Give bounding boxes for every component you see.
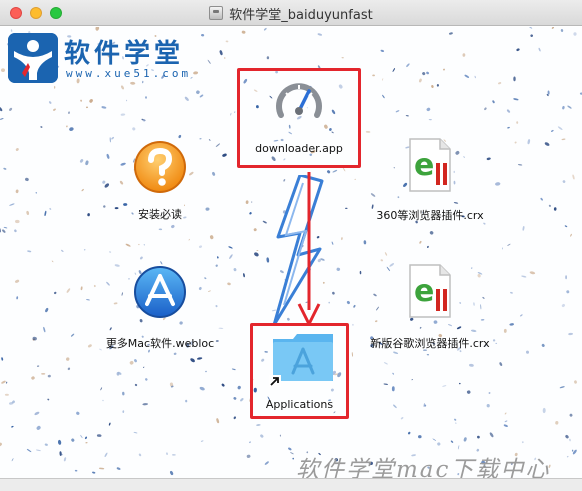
svg-text:e: e [414,274,434,309]
applications-label: Applications [265,398,334,411]
install-arrow [297,172,321,326]
brand-logo: 软件学堂 www.xue51.com [8,33,208,85]
logo-name: 软件学堂 [64,39,185,69]
window-title-wrap: 软件学堂_baiduyunfast [0,0,582,26]
window-title: 软件学堂_baiduyunfast [229,7,373,23]
downloader-label: downloader.app [255,142,343,155]
crx-360-label: 360等浏览器插件.crx [376,209,484,222]
alias-arrow-icon [269,375,281,387]
status-bar [0,478,582,491]
logo-url: www.xue51.com [66,67,192,80]
question-icon [134,141,186,193]
dmg-window-content: 软件学堂 www.xue51.com downloader.app 安装必读 更… [0,27,582,478]
disk-image-icon [209,6,224,20]
more-mac-label: 更多Mac软件.webloc [105,337,215,350]
logo-mark-icon [8,33,58,83]
install-guide-file[interactable]: 安装必读 [110,139,210,223]
crx-chrome-label: 新版谷歌浏览器插件.crx [370,337,490,350]
more-mac-software-link[interactable]: 更多Mac软件.webloc [95,265,225,350]
svg-text:e: e [414,148,434,183]
downloader-app[interactable]: downloader.app [239,73,359,163]
crx-chrome-file[interactable]: e 新版谷歌浏览器插件.crx [360,263,500,350]
crx-360-file[interactable]: e 360等浏览器插件.crx [370,137,490,223]
title-bar[interactable]: 软件学堂_baiduyunfast [0,0,582,26]
crx-file-icon: e [409,138,451,192]
gauge-icon [276,83,322,118]
watermark-text: 软件学堂mac下载中心 [296,457,551,478]
crx-file-icon: e [409,264,451,318]
app-store-icon [134,266,186,318]
applications-folder[interactable]: Applications [252,327,347,415]
install-guide-label: 安装必读 [138,208,182,221]
